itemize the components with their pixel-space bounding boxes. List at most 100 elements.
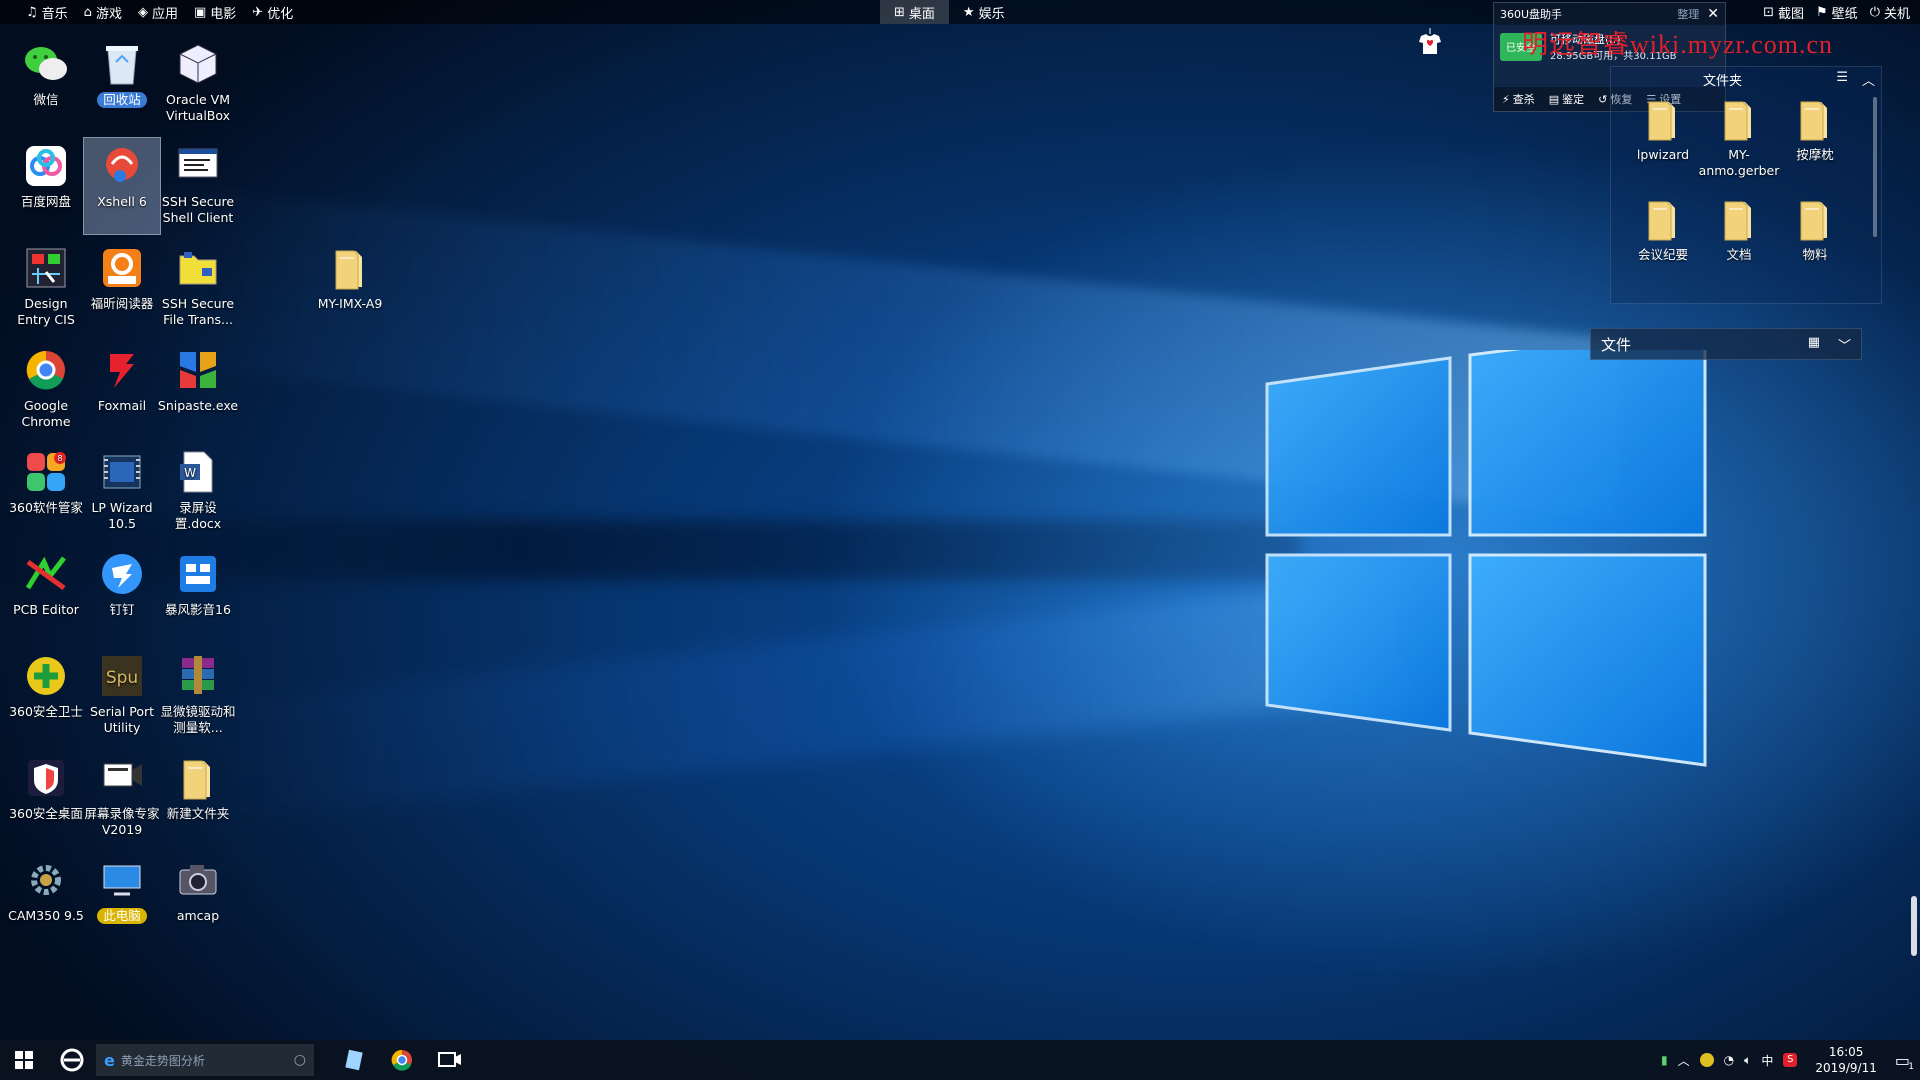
ime-indicator[interactable]: 中 — [1761, 1052, 1773, 1069]
windows-flag-icon: ⊞ — [894, 4, 905, 20]
chevron-up-icon[interactable]: ︿ — [1678, 1052, 1690, 1069]
desktop-icon-label: amcap — [176, 908, 220, 923]
desktop-icon-xshell[interactable]: Xshell 6 — [83, 137, 161, 235]
desktop-icon-snipaste[interactable]: Snipaste.exe — [158, 342, 238, 438]
file-fence-collapsed[interactable]: 文件 ▦ ﹀ — [1590, 328, 1862, 360]
toolbar-item-screenshot[interactable]: ⊡ 截图 — [1757, 0, 1810, 24]
desktop-icon-lp-wizard[interactable]: LP Wizard 10.5 — [84, 444, 160, 540]
desktop-icon-cam350[interactable]: CAM350 9.5 — [8, 852, 84, 948]
taskbar-search[interactable]: e 黄金走势图分析 ○ — [96, 1044, 314, 1076]
desktop-icon-foxmail[interactable]: Foxmail — [84, 342, 160, 438]
desktop-icon-folder[interactable]: 新建文件夹 — [160, 750, 236, 846]
desktop-icon-design-entry[interactable]: Design Entry CIS — [8, 240, 84, 336]
toolbar-item-shirt[interactable]: ⚑ 壁纸 — [1810, 0, 1864, 24]
folder-fence[interactable]: 文件夹 ☰ ︿ lpwizard MY-anmo.gerber 按摩枕 会议纪要 文档 物… — [1610, 66, 1882, 304]
sogou-icon[interactable]: S — [1783, 1053, 1798, 1067]
search-input[interactable]: 黄金走势图分析 — [121, 1052, 288, 1069]
chevron-down-icon[interactable]: ﹀ — [1838, 335, 1851, 354]
desktop-icon-storm-player[interactable]: 暴风影音16 — [160, 546, 236, 642]
clock[interactable]: 16:05 2019/9/11 — [1815, 1044, 1877, 1076]
taskbar-app-screen-recorder[interactable] — [426, 1040, 474, 1080]
desktop-icon-360-desktop[interactable]: 360安全桌面 — [8, 750, 84, 846]
wifi-icon[interactable]: ◔ — [1724, 1053, 1734, 1067]
desktop-icon-folder[interactable]: MY-IMX-A9 — [312, 240, 388, 312]
taskbar-app-notepad[interactable] — [330, 1040, 378, 1080]
clock-date: 2019/9/11 — [1815, 1061, 1877, 1075]
fence-scrollbar[interactable] — [1873, 97, 1877, 237]
toolbar-item-rocket[interactable]: ✈ 优化 — [246, 0, 299, 24]
lp-wizard-icon — [98, 448, 146, 496]
desktop-icon-word-document[interactable]: W 录屏设置.docx — [160, 444, 236, 540]
desktop-icon-label: 录屏设置.docx — [174, 500, 222, 531]
desktop-icon-folder[interactable]: 物料 — [1777, 195, 1853, 285]
desktop-icon-baidu-netdisk[interactable]: 百度网盘 — [8, 138, 84, 234]
search-icon[interactable]: ○ — [294, 1052, 306, 1068]
shirt-icon[interactable] — [1416, 28, 1444, 56]
toolbar-item-label: 游戏 — [95, 6, 122, 22]
toolbar-item-star[interactable]: ★ 娱乐 — [949, 0, 1019, 24]
desktop-icon-ssh-file-transfer[interactable]: SSH Secure File Trans... — [160, 240, 236, 336]
speaker-icon[interactable]: 🔈︎ — [1744, 1053, 1751, 1068]
toolbar-item-music-note[interactable]: ♫ 音乐 — [20, 0, 74, 24]
desktop-icon-winrar-archive[interactable]: 显微镜驱动和测量软... — [160, 648, 236, 744]
desktop-icon-virtualbox[interactable]: Oracle VM VirtualBox — [160, 36, 236, 132]
desktop-icon-camera[interactable]: amcap — [160, 852, 236, 948]
desktop-icon-screen-recorder[interactable]: 屏幕录像专家V2019 — [84, 750, 160, 846]
desktop-icon-360-security[interactable]: 360安全卫士 — [8, 648, 84, 744]
desktop-icon-label: lpwizard — [1636, 147, 1690, 162]
desktop-icon-serial-port[interactable]: Spu Serial Port Utility — [84, 648, 160, 744]
bolt-icon: ⚡ — [1502, 92, 1510, 106]
360-browser-button[interactable] — [48, 1040, 96, 1080]
list-view-icon[interactable]: ☰ — [1836, 70, 1848, 89]
usb-action-bolt[interactable]: ⚡ 查杀 — [1502, 91, 1535, 107]
close-icon[interactable]: ✕ — [1707, 6, 1719, 22]
folder-icon — [326, 244, 374, 292]
desktop-icon-wechat[interactable]: 微信 — [8, 36, 84, 132]
desktop-icon-folder[interactable]: 会议纪要 — [1625, 195, 1701, 285]
notification-center-button[interactable]: ▭ 1 — [1895, 1051, 1914, 1072]
toolbar-item-cube[interactable]: ◈ 应用 — [132, 0, 184, 24]
desktop-icon-label: 微信 — [33, 92, 59, 107]
desktop-icon-this-pc[interactable]: 此电脑 — [84, 852, 160, 948]
desktop-icon-label: MY-anmo.gerber — [1698, 147, 1780, 178]
desktop-icon-pcb-editor[interactable]: PCB Editor — [8, 546, 84, 642]
star-icon: ★ — [962, 4, 975, 20]
desktop-icon-folder[interactable]: MY-anmo.gerber — [1698, 95, 1780, 185]
usb-widget-menu[interactable]: 整理 — [1677, 6, 1699, 22]
taskbar: e 黄金走势图分析 ○ ▮ ︿ ◔ 🔈︎ 中 S 16:05 2019/9/11… — [0, 1040, 1920, 1080]
usb-action-trash[interactable]: ▤ 鉴定 — [1549, 91, 1584, 107]
taskbar-app-chrome[interactable] — [378, 1040, 426, 1080]
start-button[interactable] — [0, 1040, 48, 1080]
desktop-icon-folder[interactable]: 文档 — [1701, 195, 1777, 285]
cam350-icon — [22, 856, 70, 904]
desktop-icon-360-software[interactable]: 8 360软件管家 — [8, 444, 84, 540]
chevron-up-icon[interactable]: ︿ — [1862, 70, 1875, 89]
desktop-icon-recycle-bin[interactable]: 回收站 — [84, 36, 160, 132]
toolbar-item-power[interactable]: ⏻ 关机 — [1864, 0, 1916, 24]
desktop-icon-folder[interactable]: 按摩枕 — [1777, 95, 1853, 185]
wallpaper-light-beam — [200, 576, 1400, 824]
fence2-title: 文件 — [1601, 335, 1632, 354]
desktop-icon-folder[interactable]: lpwizard — [1625, 95, 1701, 185]
battery-icon[interactable]: ▮ — [1661, 1053, 1668, 1067]
desktop-icon-label: Serial Port Utility — [89, 704, 155, 735]
film-icon: ▣ — [193, 4, 207, 20]
folder-icon — [1715, 195, 1763, 243]
desktop-icon-dingtalk[interactable]: 钉钉 — [84, 546, 160, 642]
desktop-icon-label: Google Chrome — [21, 398, 71, 429]
ie-icon: e — [104, 1050, 115, 1070]
ssh-client-icon — [174, 142, 222, 190]
toolbar-item-gamepad[interactable]: ⌂ 游戏 — [78, 0, 128, 24]
toolbar-item-film[interactable]: ▣ 电影 — [188, 0, 242, 24]
360-tray-icon[interactable] — [1699, 1053, 1714, 1067]
desktop-icon-label: CAM350 9.5 — [8, 908, 84, 923]
toolbar-item-windows-flag[interactable]: ⊞ 桌面 — [880, 0, 949, 24]
grid-view-icon[interactable]: ▦ — [1808, 335, 1820, 354]
desktop-icon-ssh-client[interactable]: SSH Secure Shell Client — [160, 138, 236, 234]
desktop-icon-foxit-reader[interactable]: 福昕阅读器 — [84, 240, 160, 336]
desktop-scroll-handle[interactable] — [1911, 896, 1917, 956]
desktop-icon-chrome[interactable]: Google Chrome — [8, 342, 84, 438]
usb-widget-header: 360U盘助手 整理 ✕ — [1494, 3, 1725, 25]
desktop-icon-label: MY-IMX-A9 — [317, 296, 383, 311]
watermark-text: 明远智睿wiki.myzr.com.cn — [1522, 30, 1834, 59]
